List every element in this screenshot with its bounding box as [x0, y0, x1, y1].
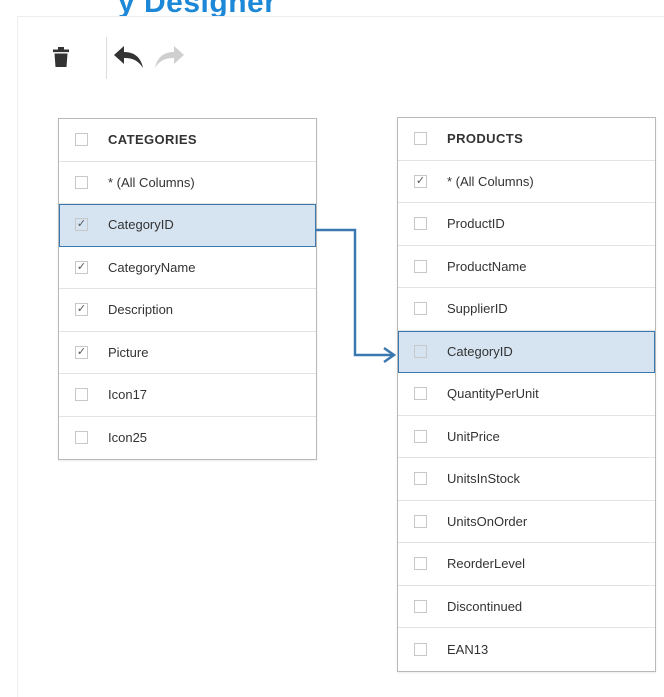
query-designer-canvas[interactable]: CATEGORIES * (All Columns) ✓ CategoryID … [17, 16, 664, 697]
relation-connector[interactable] [18, 17, 664, 697]
relation-line[interactable] [315, 228, 392, 357]
